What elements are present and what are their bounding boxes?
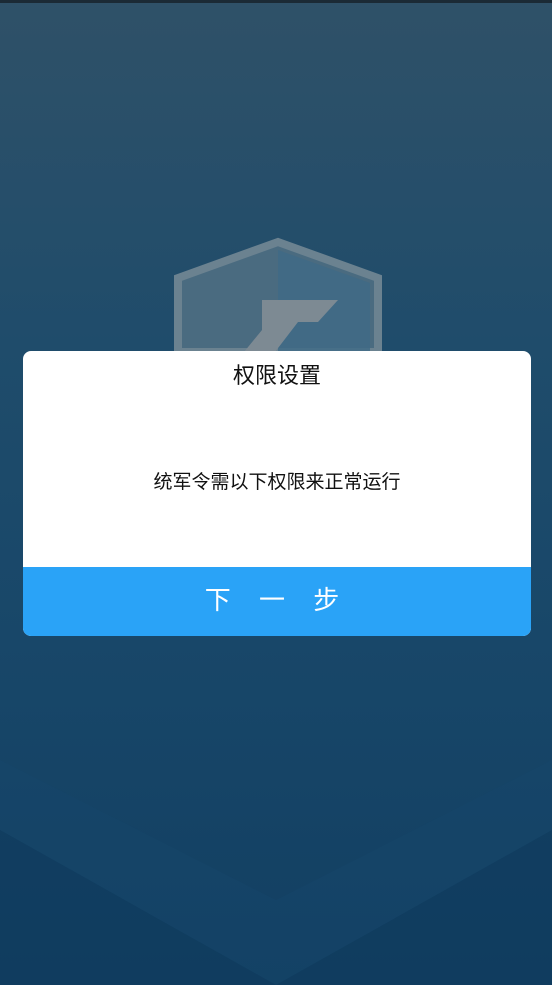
status-bar — [0, 0, 552, 3]
dialog-title: 权限设置 — [232, 364, 321, 389]
next-step-button[interactable]: 下 一 步 — [23, 567, 531, 636]
shield-logo-icon — [174, 237, 382, 356]
permission-dialog: 权限设置 统军令需以下权限来正常运行 下 一 步 — [23, 351, 531, 636]
dialog-message: 统军令需以下权限来正常运行 — [153, 471, 401, 493]
